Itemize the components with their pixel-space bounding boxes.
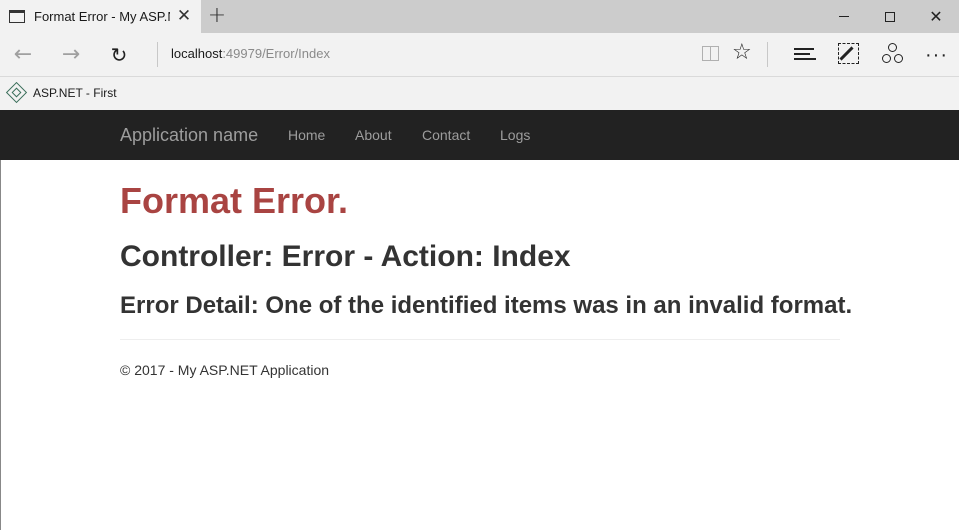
browser-toolbar: ← → ↻ localhost:49979/Error/Index ☆ ···	[0, 33, 959, 76]
maximize-button[interactable]	[867, 0, 913, 33]
more-icon[interactable]: ···	[925, 44, 948, 67]
refresh-icon: ↻	[110, 42, 128, 67]
controller-action-heading: Controller: Error - Action: Index	[120, 240, 571, 273]
close-tab-icon[interactable]: ✕	[174, 6, 194, 26]
back-arrow-icon: ←	[13, 42, 33, 67]
brand-link[interactable]: Application name	[120, 125, 258, 146]
divider	[767, 42, 768, 67]
browser-tab[interactable]: Format Error - My ASP.N ✕	[0, 0, 201, 33]
address-host: localhost	[171, 46, 223, 61]
web-note-icon[interactable]	[838, 43, 859, 64]
maximize-icon	[885, 11, 895, 22]
address-path: :49979/Error/Index	[222, 46, 330, 61]
nav-link-contact[interactable]: Contact	[422, 127, 470, 143]
tab-title: Format Error - My ASP.N	[34, 9, 170, 24]
site-favicon-icon	[5, 81, 28, 104]
new-tab-icon[interactable]: +	[206, 5, 228, 27]
close-window-button[interactable]: ✕	[913, 0, 959, 33]
error-title: Format Error.	[120, 180, 349, 221]
favorite-star-icon[interactable]: ☆	[732, 40, 752, 65]
divider	[157, 42, 158, 67]
nav-link-logs[interactable]: Logs	[500, 127, 530, 143]
address-bar[interactable]: localhost:49979/Error/Index	[171, 46, 330, 61]
back-button[interactable]: ←	[8, 41, 38, 68]
forward-arrow-icon: →	[61, 42, 81, 67]
close-icon: ✕	[929, 6, 943, 26]
window-edge	[0, 160, 1, 530]
forward-button[interactable]: →	[56, 41, 86, 68]
reading-view-icon[interactable]	[700, 44, 722, 64]
nav-link-home[interactable]: Home	[288, 127, 325, 143]
share-icon[interactable]	[882, 43, 904, 65]
browser-title-bar: Format Error - My ASP.N ✕ + ✕	[0, 0, 959, 33]
favorite-item[interactable]: ASP.NET - First	[5, 81, 117, 104]
refresh-button[interactable]: ↻	[104, 41, 134, 68]
site-navbar: Application name Home About Contact Logs	[0, 110, 959, 160]
minimize-button[interactable]	[821, 0, 867, 33]
page-icon	[9, 10, 25, 23]
divider	[120, 339, 840, 340]
error-detail: Error Detail: One of the identified item…	[120, 292, 853, 319]
favorites-bar: ASP.NET - First	[0, 76, 959, 110]
hub-icon[interactable]	[794, 46, 816, 62]
footer-text: © 2017 - My ASP.NET Application	[120, 362, 330, 378]
minimize-icon	[839, 16, 849, 17]
favorite-label: ASP.NET - First	[33, 85, 117, 100]
nav-link-about[interactable]: About	[355, 127, 392, 143]
